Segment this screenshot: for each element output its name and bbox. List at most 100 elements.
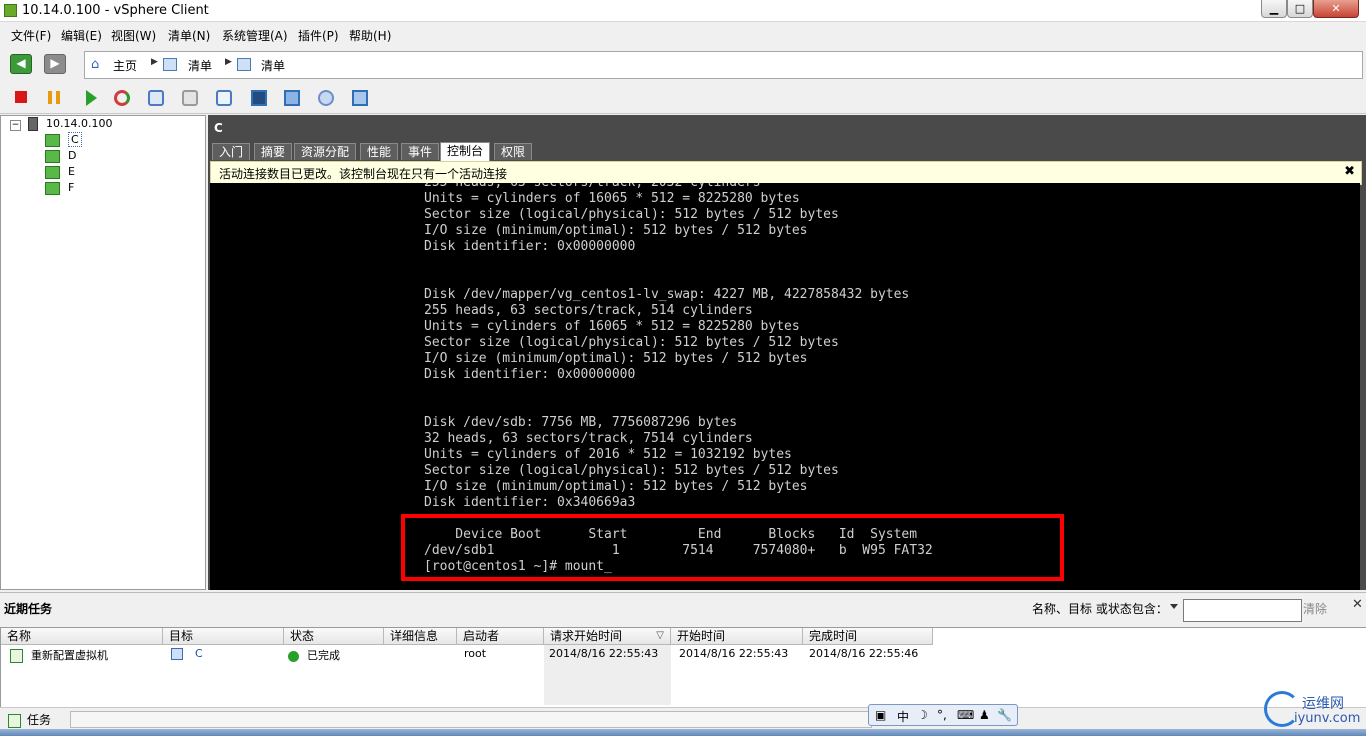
menu-administration[interactable]: 系统管理(A) bbox=[222, 27, 288, 44]
col-start[interactable]: 开始时间 bbox=[671, 628, 803, 645]
tree-vm-f[interactable]: F bbox=[45, 181, 74, 195]
title-bar: 10.14.0.100 - vSphere Client ▁ □ ✕ bbox=[0, 0, 1366, 22]
vm-panel: C 入门 摘要 资源分配 性能 事件 控制台 权限 活动连接数目已更改。该控制台… bbox=[208, 115, 1366, 590]
migrate-icon[interactable] bbox=[284, 90, 300, 106]
tab-getting-started[interactable]: 入门 bbox=[212, 143, 251, 160]
vm-powered-on-icon bbox=[45, 133, 60, 147]
task-status-cell: 已完成 bbox=[288, 647, 340, 663]
ime-settings-icon[interactable]: 🔧 bbox=[997, 708, 1012, 722]
tree-vm-e[interactable]: E bbox=[45, 165, 75, 179]
task-icon bbox=[10, 649, 23, 663]
open-console-icon[interactable] bbox=[251, 90, 267, 106]
maximize-button[interactable]: □ bbox=[1287, 0, 1313, 18]
window-title: 10.14.0.100 - vSphere Client bbox=[22, 3, 209, 18]
edit-settings-icon[interactable] bbox=[352, 90, 368, 106]
breadcrumb-separator-icon: ▶ bbox=[151, 57, 158, 67]
filter-input[interactable] bbox=[1183, 599, 1302, 622]
breadcrumb-inventory-2[interactable]: 清单 bbox=[261, 57, 285, 74]
notice-close-icon[interactable]: ✖ bbox=[1344, 164, 1355, 179]
col-end[interactable]: 完成时间 bbox=[803, 628, 933, 645]
home-icon[interactable]: ⌂ bbox=[91, 57, 99, 72]
tree-vm-c[interactable]: C bbox=[45, 132, 82, 147]
breadcrumb: ⌂ 主页 ▶ 清单 ▶ 清单 bbox=[84, 51, 1363, 79]
clear-button[interactable]: 清除 bbox=[1303, 600, 1327, 617]
power-off-icon[interactable] bbox=[15, 91, 27, 103]
vm-title: C bbox=[214, 121, 223, 135]
recent-tasks-panel: 近期任务 名称、目标 或状态包含： 清除 ✕ 名称 目标 状态 详细信息 启动者… bbox=[0, 592, 1366, 708]
notice-text: 活动连接数目已更改。该控制台现在只有一个活动连接 bbox=[219, 167, 508, 181]
sort-indicator-icon: ▽ bbox=[656, 630, 664, 641]
highlight-annotation bbox=[401, 514, 1064, 581]
close-button[interactable]: ✕ bbox=[1313, 0, 1359, 18]
take-snapshot-icon[interactable] bbox=[148, 90, 164, 106]
vm-icon bbox=[171, 648, 183, 660]
task-start: 2014/8/16 22:55:43 bbox=[679, 647, 789, 660]
menu-view[interactable]: 视图(W) bbox=[111, 27, 156, 44]
host-icon bbox=[28, 117, 38, 131]
filter-dropdown-icon[interactable] bbox=[1170, 604, 1178, 609]
tasks-status-button[interactable]: 任务 bbox=[8, 711, 51, 728]
task-requested: 2014/8/16 22:55:43 bbox=[549, 647, 659, 660]
breadcrumb-separator-icon: ▶ bbox=[225, 57, 232, 67]
task-end: 2014/8/16 22:55:46 bbox=[809, 647, 919, 660]
breadcrumb-inventory[interactable]: 清单 bbox=[188, 57, 212, 74]
snapshot-manager-icon[interactable] bbox=[216, 90, 232, 106]
vm-label: D bbox=[68, 149, 77, 162]
tree-host[interactable]: 10.14.0.100 bbox=[28, 117, 112, 131]
task-status: 已完成 bbox=[307, 649, 340, 662]
back-button[interactable]: ◀ bbox=[10, 54, 32, 74]
col-name[interactable]: 名称 bbox=[1, 628, 163, 645]
tree-vm-d[interactable]: D bbox=[45, 149, 76, 163]
vm-powered-on-icon bbox=[45, 181, 60, 195]
vm-label: F bbox=[68, 181, 75, 194]
breadcrumb-home[interactable]: 主页 bbox=[113, 57, 137, 74]
revert-snapshot-icon[interactable] bbox=[182, 90, 198, 106]
tab-events[interactable]: 事件 bbox=[401, 143, 440, 160]
completed-icon bbox=[288, 650, 299, 662]
menu-edit[interactable]: 编辑(E) bbox=[61, 27, 102, 44]
ime-user-icon[interactable]: ♟ bbox=[979, 708, 990, 722]
ime-toolbar: ▣ 中 ☽ °, ⌨ ♟ 🔧 bbox=[868, 704, 1018, 726]
task-name-cell: 重新配置虚拟机 bbox=[10, 647, 108, 663]
reset-icon[interactable] bbox=[114, 90, 130, 106]
menu-plugins[interactable]: 插件(P) bbox=[298, 27, 339, 44]
tab-summary[interactable]: 摘要 bbox=[254, 143, 293, 160]
minimize-button[interactable]: ▁ bbox=[1261, 0, 1287, 18]
col-initiator[interactable]: 启动者 bbox=[457, 628, 544, 645]
vm-settings-icon[interactable] bbox=[318, 90, 334, 106]
forward-button[interactable]: ▶ bbox=[44, 54, 66, 74]
suspend-icon[interactable] bbox=[48, 91, 60, 104]
col-target[interactable]: 目标 bbox=[163, 628, 284, 645]
watermark-line1: 运维网 bbox=[1302, 696, 1344, 712]
ime-keyboard-icon[interactable]: ⌨ bbox=[957, 708, 974, 722]
ime-punctuation-icon[interactable]: °, bbox=[937, 708, 947, 722]
collapse-toggle[interactable]: − bbox=[10, 120, 21, 131]
col-details[interactable]: 详细信息 bbox=[384, 628, 457, 645]
tab-resource-allocation[interactable]: 资源分配 bbox=[294, 143, 357, 160]
menu-inventory[interactable]: 清单(N) bbox=[168, 27, 210, 44]
task-target[interactable]: C bbox=[195, 647, 203, 660]
menu-file[interactable]: 文件(F) bbox=[11, 27, 51, 44]
navigation-bar: ◀ ▶ ⌂ 主页 ▶ 清单 ▶ 清单 bbox=[0, 47, 1366, 81]
ime-halfwidth-icon[interactable]: ☽ bbox=[917, 708, 928, 722]
inventory-icon bbox=[163, 58, 177, 74]
ime-logo-icon[interactable]: ▣ bbox=[875, 708, 886, 722]
tab-console[interactable]: 控制台 bbox=[440, 142, 491, 161]
vm-console[interactable]: 255 heads, 63 sectors/track, 2032 cylind… bbox=[210, 183, 1360, 590]
vm-label: E bbox=[68, 165, 75, 178]
tab-permissions[interactable]: 权限 bbox=[494, 143, 533, 160]
col-status[interactable]: 状态 bbox=[284, 628, 384, 645]
close-tasks-icon[interactable]: ✕ bbox=[1352, 597, 1363, 612]
tab-performance[interactable]: 性能 bbox=[360, 143, 399, 160]
power-on-icon[interactable] bbox=[86, 90, 97, 106]
ime-chinese-mode[interactable]: 中 bbox=[897, 708, 909, 725]
inventory-tree: − 10.14.0.100 C D E F bbox=[0, 115, 206, 590]
menu-help[interactable]: 帮助(H) bbox=[349, 27, 391, 44]
notice-bar: 活动连接数目已更改。该控制台现在只有一个活动连接 ✖ bbox=[210, 161, 1362, 185]
recent-tasks-title: 近期任务 bbox=[4, 602, 53, 616]
vm-tabs: 入门 摘要 资源分配 性能 事件 控制台 权限 bbox=[212, 142, 1362, 161]
tasks-status-label: 任务 bbox=[27, 713, 52, 727]
col-requested-start-label: 请求开始时间 bbox=[550, 629, 623, 643]
task-initiator: root bbox=[464, 647, 487, 660]
col-requested-start[interactable]: 请求开始时间 ▽ bbox=[544, 628, 671, 645]
